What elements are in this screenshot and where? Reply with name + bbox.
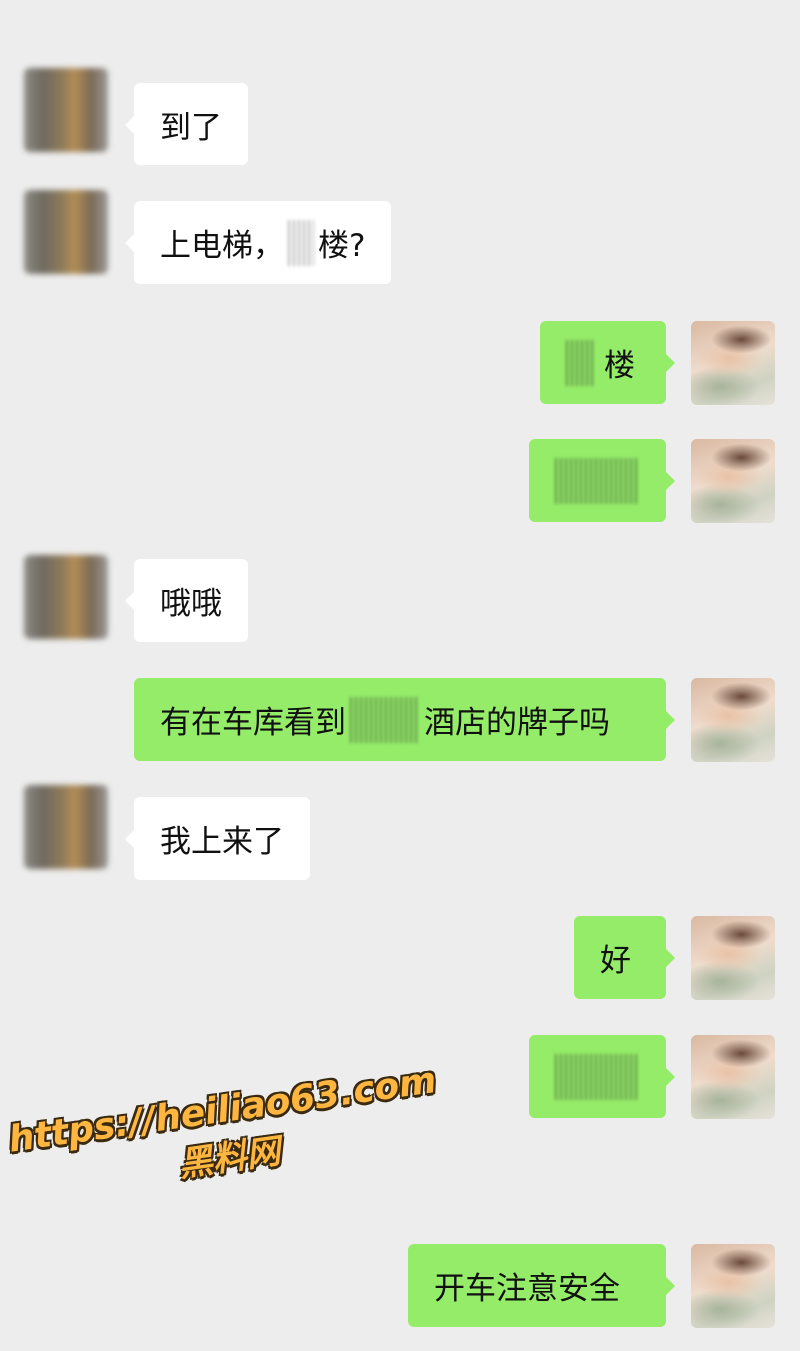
message-text: 到了 — [160, 109, 222, 146]
contact-avatar[interactable] — [24, 68, 108, 152]
user-avatar[interactable] — [691, 439, 775, 523]
message-bubble-sent[interactable] — [529, 1035, 675, 1118]
message-text: 酒店的牌子吗 — [424, 705, 610, 741]
message-text: 上电梯， — [160, 228, 284, 264]
contact-avatar[interactable] — [24, 190, 108, 274]
user-avatar[interactable] — [691, 1244, 775, 1328]
message-bubble-sent[interactable]: 好 — [574, 916, 675, 999]
message-bubble-sent[interactable]: 有在车库看到 酒店的牌子吗 — [134, 678, 675, 761]
message-bubble-sent[interactable]: 开车注意安全 — [408, 1244, 675, 1327]
user-avatar[interactable] — [691, 321, 775, 405]
redacted-text — [555, 1053, 640, 1100]
message-text: 哦哦 — [160, 586, 222, 622]
redacted-text — [566, 339, 596, 386]
message-bubble-received[interactable]: 我上来了 — [125, 797, 310, 880]
message-text: 我上来了 — [160, 824, 284, 860]
user-avatar[interactable] — [691, 1035, 775, 1119]
message-text: 开车注意安全 — [434, 1271, 620, 1307]
message-bubble-received[interactable]: 到了 — [125, 83, 248, 165]
message-bubble-received[interactable]: 上电梯， 楼? — [124, 201, 392, 284]
message-text: 有在车库看到 — [160, 705, 346, 741]
redacted-text — [350, 696, 420, 743]
message-text: 好 — [600, 943, 631, 979]
watermark: https://heiliao63.com 黑料网 — [6, 1060, 446, 1209]
redacted-text — [555, 457, 640, 504]
message-text: 楼 — [604, 348, 635, 384]
message-bubble-sent[interactable]: 楼 — [540, 321, 675, 404]
message-text: 楼? — [318, 228, 366, 264]
redacted-text — [288, 219, 314, 266]
contact-avatar[interactable] — [24, 785, 108, 869]
user-avatar[interactable] — [691, 916, 775, 1000]
contact-avatar[interactable] — [24, 555, 108, 639]
message-bubble-sent[interactable] — [529, 439, 675, 522]
message-bubble-received[interactable]: 哦哦 — [125, 559, 248, 642]
user-avatar[interactable] — [691, 678, 775, 762]
